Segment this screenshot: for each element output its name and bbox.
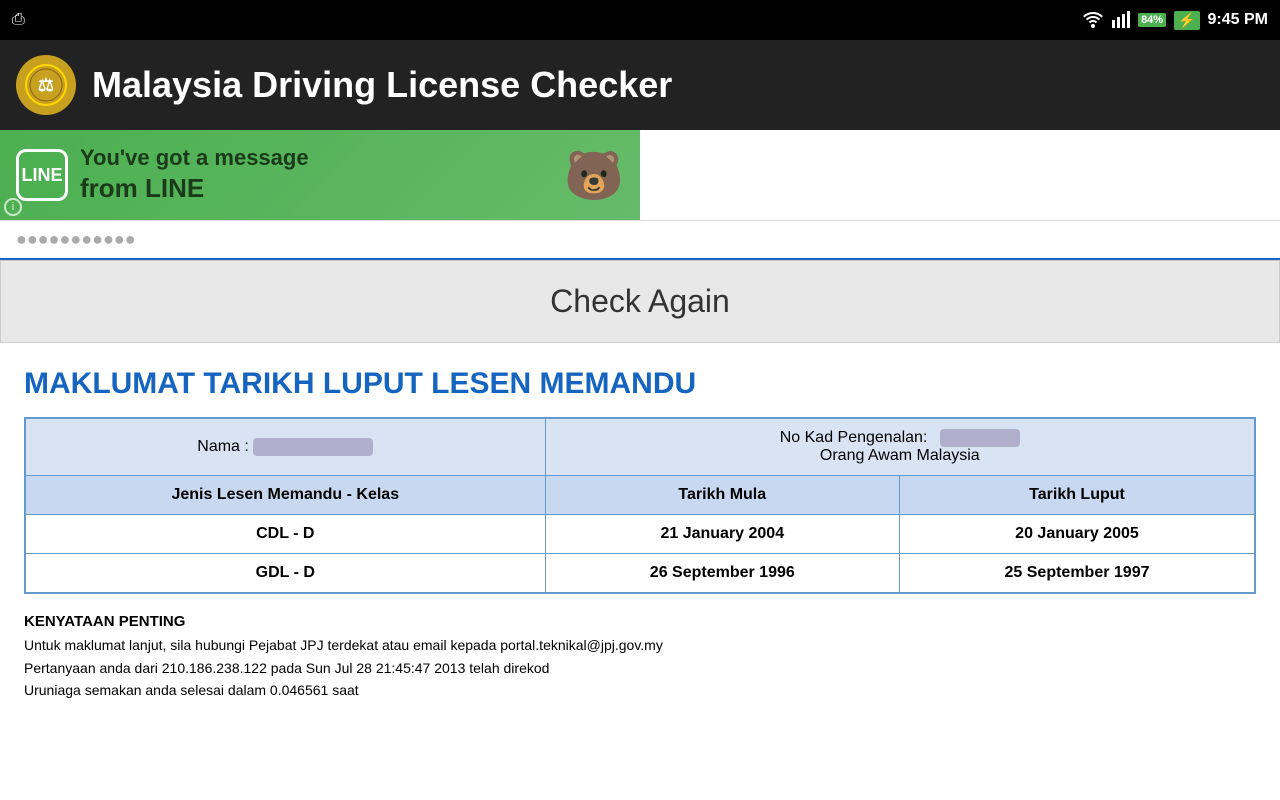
col-tarikh-luput: Tarikh Luput xyxy=(900,476,1255,515)
table-row: CDL - D 21 January 2004 20 January 2005 xyxy=(25,515,1255,554)
check-again-button[interactable]: Check Again xyxy=(0,260,1280,343)
col-jenis: Jenis Lesen Memandu - Kelas xyxy=(25,476,545,515)
section-title: MAKLUMAT TARIKH LUPUT LESEN MEMANDU xyxy=(24,367,1256,401)
ad-text: You've got a message from LINE xyxy=(80,144,309,206)
nama-label: Nama : xyxy=(25,418,545,476)
ad-section: LINE You've got a message from LINE 🐻 i xyxy=(0,130,1280,221)
time-display: 9:45 PM xyxy=(1208,11,1268,29)
tarikh-mula-2: 26 September 1996 xyxy=(545,554,899,594)
line-logo: LINE xyxy=(16,149,68,201)
license-info-table: Nama : No Kad Pengenalan: Orang Awam Mal… xyxy=(24,417,1256,594)
info-header-row: Nama : No Kad Pengenalan: Orang Awam Mal… xyxy=(25,418,1255,476)
app-title: Malaysia Driving License Checker xyxy=(92,64,672,106)
tarikh-mula-1: 21 January 2004 xyxy=(545,515,899,554)
battery-icon: 84% xyxy=(1138,13,1166,27)
main-content: MAKLUMAT TARIKH LUPUT LESEN MEMANDU Nama… xyxy=(0,351,1280,717)
ic-input[interactable] xyxy=(16,229,316,250)
ad-banner[interactable]: LINE You've got a message from LINE 🐻 i xyxy=(0,130,640,220)
table-row: GDL - D 26 September 1996 25 September 1… xyxy=(25,554,1255,594)
charging-icon: ⚡ xyxy=(1174,11,1199,30)
app-logo: ⚖ xyxy=(16,55,76,115)
jenis-lesen-1: CDL - D xyxy=(25,515,545,554)
status-bar: ⎙ 84% ⚡ 9:45 PM xyxy=(0,0,1280,40)
notice-line1: Untuk maklumat lanjut, sila hubungi Peja… xyxy=(24,634,1256,656)
ad-info-icon[interactable]: i xyxy=(4,198,22,216)
svg-text:⚖: ⚖ xyxy=(38,75,54,95)
usb-icon: ⎙ xyxy=(12,11,25,29)
jenis-lesen-2: GDL - D xyxy=(25,554,545,594)
notice-title: KENYATAAN PENTING xyxy=(24,610,1256,634)
input-section[interactable] xyxy=(0,221,1280,260)
title-bar: ⚖ Malaysia Driving License Checker xyxy=(0,40,1280,130)
notice-line3: Uruniaga semakan anda selesai dalam 0.04… xyxy=(24,679,1256,701)
notice-line2: Pertanyaan anda dari 210.186.238.122 pad… xyxy=(24,657,1256,679)
notice-section: KENYATAAN PENTING Untuk maklumat lanjut,… xyxy=(24,610,1256,701)
signal-icon xyxy=(1112,10,1130,31)
ic-label-cell: No Kad Pengenalan: Orang Awam Malaysia xyxy=(545,418,1255,476)
column-headers: Jenis Lesen Memandu - Kelas Tarikh Mula … xyxy=(25,476,1255,515)
col-tarikh-mula: Tarikh Mula xyxy=(545,476,899,515)
tarikh-luput-2: 25 September 1997 xyxy=(900,554,1255,594)
tarikh-luput-1: 20 January 2005 xyxy=(900,515,1255,554)
wifi-icon xyxy=(1082,10,1104,31)
